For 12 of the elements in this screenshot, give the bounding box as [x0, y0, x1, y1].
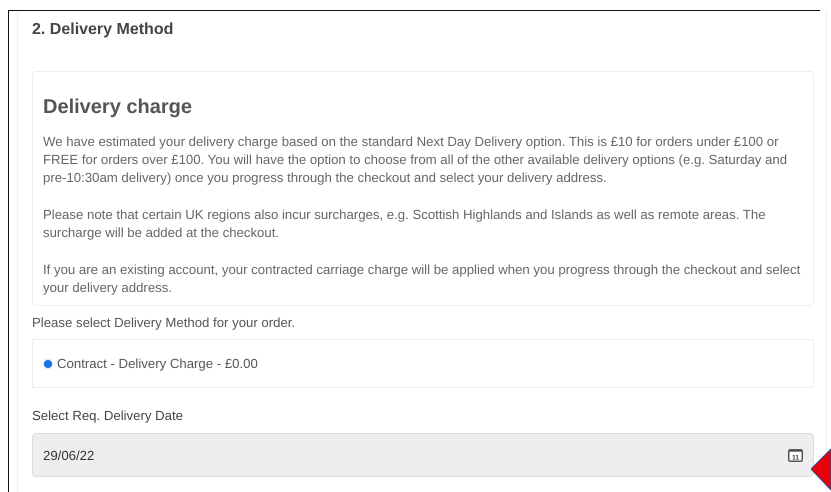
info-paragraph: Please note that certain UK regions also incur surcharges, e.g. Scottish Highlands and Islands as well as remote areas. The surcharge will be added at the checkout.: [43, 206, 767, 242]
pointer-arrow-icon: [811, 447, 831, 492]
section-title: 2. Delivery Method: [32, 21, 174, 39]
delivery-option[interactable]: Contract - Delivery Charge - £0.00: [32, 339, 814, 388]
option-label: Contract - Delivery Charge - £0.00: [57, 356, 258, 371]
info-paragraph: If you are an existing account, your contracted carriage charge will be applied when you progress through the checkout and select your delivery address.: [43, 261, 802, 297]
date-label: Select Req. Delivery Date: [32, 408, 184, 423]
date-value: 29/06/22: [43, 448, 94, 462]
info-paragraph: We have estimated your delivery charge based on the standard Next Day Delivery option. This is £10 for orders under £100 or FREE for orders over £100. You will have the option to choose from all of the other available delivery options (e.g. Saturday and pre-10:30am delivery) once you progress through the checkout and select your delivery address.: [43, 133, 788, 187]
radio-button[interactable]: [43, 358, 53, 368]
card-title: Delivery charge: [43, 95, 193, 119]
method-prompt: Please select Delivery Method for your order.: [32, 315, 296, 330]
